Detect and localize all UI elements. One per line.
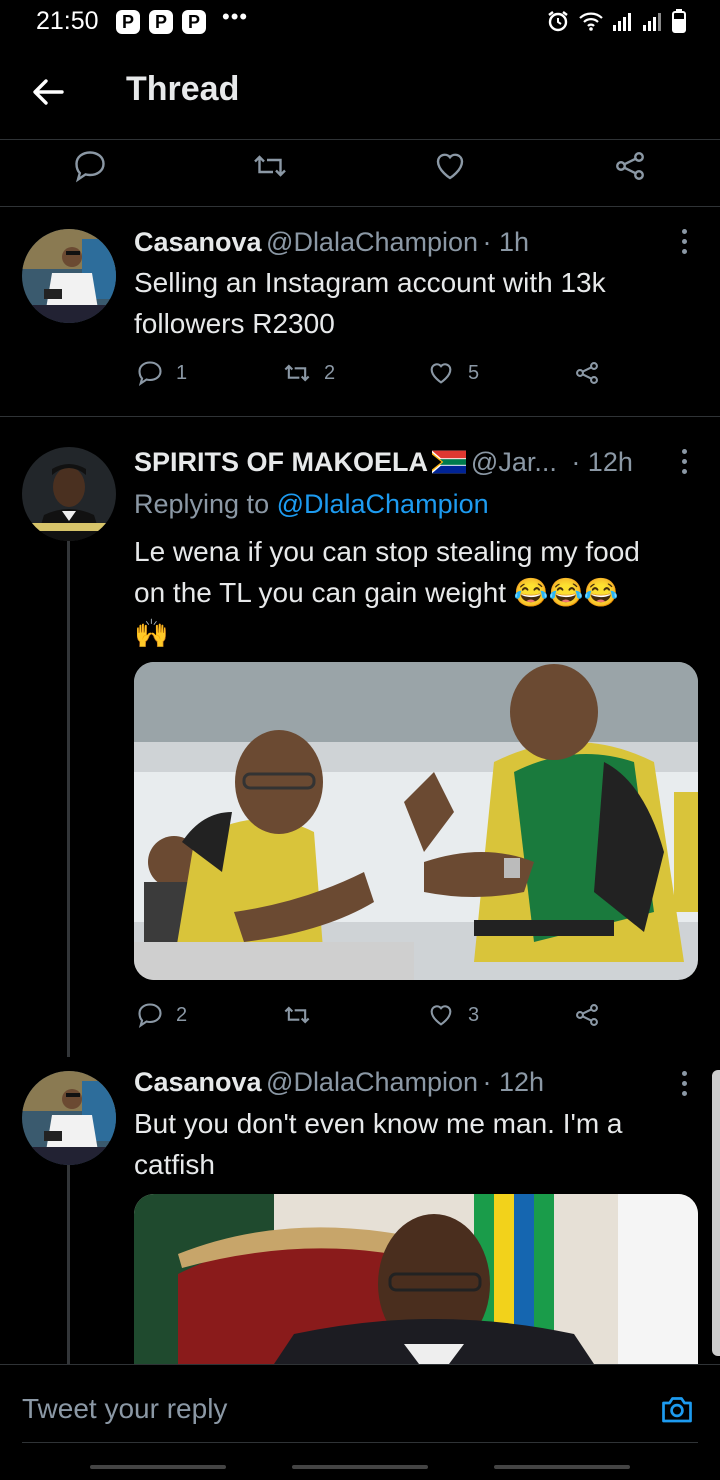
reply-composer: Tweet your reply — [0, 1365, 720, 1480]
retweet-button[interactable]: 2 — [282, 359, 335, 387]
page-title: Thread — [126, 70, 240, 108]
more-options-icon[interactable] — [678, 229, 690, 259]
tweet-header: Casanova @DlalaChampion · 1h — [134, 227, 529, 258]
tweet-text: Selling an Instagram account with 13k fo… — [134, 262, 606, 344]
tweet-text: But you don't even know me man. I'm a ca… — [134, 1103, 623, 1185]
thread-connector — [67, 1165, 70, 1365]
retweet-icon — [284, 1006, 310, 1024]
like-icon[interactable] — [432, 148, 468, 184]
reply-count: 1 — [176, 361, 188, 384]
retweet-icon[interactable] — [251, 148, 289, 184]
tweet-image[interactable] — [134, 662, 698, 980]
replying-to-label: Replying to — [134, 489, 270, 519]
alarm-icon — [548, 11, 568, 32]
notification-p-icon: P — [116, 10, 140, 34]
tweet[interactable]: Casanova @DlalaChampion · 12h But you do… — [0, 1057, 720, 1365]
reply-icon — [138, 1003, 162, 1028]
avatar[interactable] — [22, 1071, 116, 1165]
share-button[interactable] — [572, 359, 602, 387]
retweet-count: 2 — [324, 361, 336, 384]
like-button[interactable]: 5 — [426, 359, 479, 387]
retweet-icon — [284, 364, 310, 382]
like-icon — [430, 363, 452, 384]
like-count: 3 — [468, 1003, 480, 1026]
tweet[interactable]: SPIRITS OF MAKOELA @Jar... · 12h Replyin… — [0, 417, 720, 1057]
divider — [22, 1442, 698, 1443]
more-options-icon[interactable] — [678, 449, 690, 479]
tweet-header: SPIRITS OF MAKOELA @Jar... · 12h — [134, 447, 684, 478]
camera-icon[interactable] — [658, 1391, 696, 1427]
thread-connector — [67, 541, 70, 1057]
replying-to-link[interactable]: @DlalaChampion — [277, 489, 489, 519]
reply-icon[interactable] — [72, 148, 108, 184]
reply-icon — [138, 361, 162, 386]
tweet-text-line: Le wena if you can stop stealing my food — [134, 536, 640, 567]
tweet-text-line: But you don't even know me man. I'm a — [134, 1108, 623, 1139]
reply-button[interactable]: 1 — [136, 359, 187, 387]
display-name[interactable]: Casanova — [134, 227, 262, 257]
like-count: 5 — [468, 361, 480, 384]
tweet-text-line: followers R2300 — [134, 308, 335, 339]
share-icon — [576, 362, 598, 384]
tweet-time: · 12h — [482, 1067, 545, 1097]
wifi-icon — [579, 12, 603, 31]
avatar[interactable] — [22, 229, 116, 323]
more-options-icon[interactable] — [678, 1071, 690, 1101]
share-button[interactable] — [572, 1001, 602, 1029]
tweet[interactable]: Casanova @DlalaChampion · 1h Selling an … — [0, 207, 720, 417]
like-icon — [430, 1005, 452, 1026]
reply-count: 2 — [176, 1003, 188, 1026]
tweet-text-line: catfish — [134, 1149, 215, 1180]
replying-to: Replying to @DlalaChampion — [134, 489, 489, 520]
notification-p-icon: P — [182, 10, 206, 34]
retweet-button[interactable] — [282, 1001, 324, 1029]
reply-input[interactable]: Tweet your reply — [22, 1393, 227, 1425]
status-time: 21:50 — [36, 7, 99, 35]
top-app-bar: Thread — [0, 44, 720, 140]
signal-icon — [643, 13, 661, 31]
tweet-time: · 12h — [571, 447, 633, 477]
south-africa-flag-icon — [432, 450, 467, 474]
tweet-time: · 1h — [482, 227, 530, 257]
tweet-text-line: 🙌 — [134, 618, 169, 649]
like-button[interactable]: 3 — [426, 1001, 479, 1029]
share-icon — [576, 1004, 598, 1026]
battery-icon — [672, 9, 686, 33]
display-name[interactable]: Casanova — [134, 1067, 262, 1097]
main-tweet-actions — [0, 140, 720, 206]
notification-p-icon: P — [149, 10, 173, 34]
nav-bar-handle — [90, 1465, 226, 1469]
nav-bar-handle — [494, 1465, 630, 1469]
share-icon[interactable] — [612, 148, 648, 184]
tweet-header: Casanova @DlalaChampion · 12h — [134, 1067, 544, 1098]
status-bar: 21:50 P P P ••• — [0, 0, 720, 44]
nav-bar-handle — [292, 1465, 428, 1469]
tweet-text: Le wena if you can stop stealing my food… — [134, 531, 640, 654]
reply-button[interactable]: 2 — [136, 1001, 187, 1029]
more-notifications-icon: ••• — [222, 4, 249, 29]
user-handle: @DlalaChampion — [266, 1067, 479, 1097]
tweet-image[interactable] — [134, 1194, 698, 1365]
tweet-text-line: on the TL you can gain weight 😂😂😂 — [134, 577, 619, 608]
scrollbar[interactable] — [712, 1070, 720, 1356]
signal-icon — [613, 13, 631, 31]
back-arrow-icon[interactable] — [30, 74, 66, 110]
tweet-text-line: Selling an Instagram account with 13k — [134, 267, 606, 298]
status-icons — [546, 8, 686, 34]
avatar[interactable] — [22, 447, 116, 541]
user-handle: @Jar... — [470, 447, 557, 477]
user-handle: @DlalaChampion — [266, 227, 479, 257]
display-name[interactable]: SPIRITS OF MAKOELA — [134, 447, 428, 477]
